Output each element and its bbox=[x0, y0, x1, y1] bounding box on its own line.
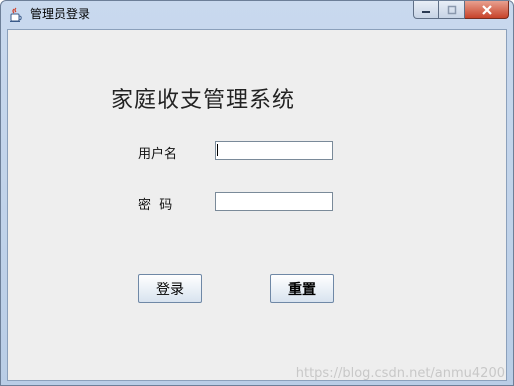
close-button[interactable] bbox=[465, 1, 509, 19]
maximize-icon bbox=[447, 5, 456, 14]
login-window: 管理员登录 家庭收支管理系统 用户名 密 码 登录 重置 https://blo… bbox=[0, 0, 514, 386]
window-title: 管理员登录 bbox=[30, 7, 91, 21]
username-input[interactable] bbox=[215, 141, 333, 160]
title-bar[interactable]: 管理员登录 bbox=[1, 1, 513, 29]
login-panel: 家庭收支管理系统 用户名 密 码 登录 重置 bbox=[7, 29, 507, 381]
system-title: 家庭收支管理系统 bbox=[111, 88, 296, 113]
window-controls bbox=[413, 1, 509, 21]
watermark-text: https://blog.csdn.net/anmu4200 bbox=[295, 366, 505, 381]
username-field-wrap bbox=[215, 141, 333, 160]
login-button[interactable]: 登录 bbox=[138, 274, 202, 303]
password-label: 密 码 bbox=[138, 198, 173, 213]
java-cup-icon bbox=[8, 7, 24, 23]
minimize-button[interactable] bbox=[413, 1, 439, 19]
reset-button[interactable]: 重置 bbox=[270, 274, 334, 303]
username-label: 用户名 bbox=[138, 147, 178, 162]
password-input[interactable] bbox=[215, 192, 333, 211]
maximize-button[interactable] bbox=[439, 1, 465, 19]
minimize-icon bbox=[422, 10, 430, 13]
text-caret bbox=[217, 144, 218, 156]
close-icon bbox=[481, 4, 492, 15]
